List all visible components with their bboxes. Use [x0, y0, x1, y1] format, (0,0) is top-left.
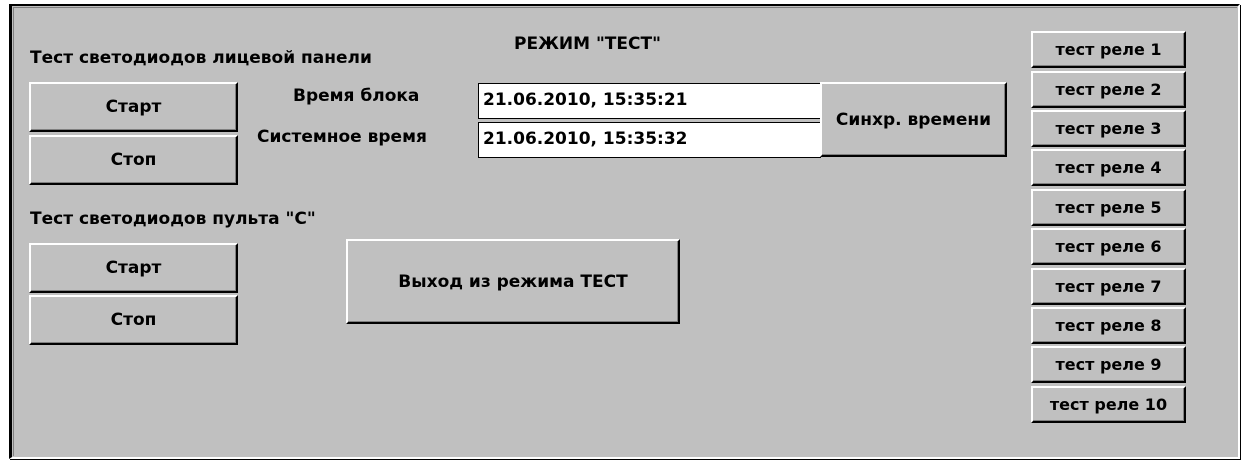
- block-time-field[interactable]: 21.06.2010, 15:35:21: [478, 83, 821, 119]
- exit-test-mode-button[interactable]: Выход из режима ТЕСТ: [346, 239, 680, 324]
- relay-test-button-4[interactable]: тест реле 4: [1031, 149, 1186, 186]
- relay-test-button-2[interactable]: тест реле 2: [1031, 71, 1186, 108]
- remote-panel-led-label: Тест светодиодов пульта "С": [30, 209, 316, 229]
- remote-panel-stop-button[interactable]: Стоп: [29, 295, 238, 345]
- relay-test-button-9[interactable]: тест реле 9: [1031, 346, 1186, 383]
- test-mode-panel: РЕЖИМ "ТЕСТ" Тест светодиодов лицевой па…: [9, 4, 1240, 459]
- relay-test-button-8[interactable]: тест реле 8: [1031, 307, 1186, 344]
- relay-test-button-5[interactable]: тест реле 5: [1031, 189, 1186, 226]
- system-time-label: Системное время: [257, 127, 427, 147]
- relay-test-button-1[interactable]: тест реле 1: [1031, 31, 1186, 68]
- relay-test-button-7[interactable]: тест реле 7: [1031, 268, 1186, 305]
- system-time-field[interactable]: 21.06.2010, 15:35:32: [478, 122, 821, 158]
- front-panel-led-label: Тест светодиодов лицевой панели: [30, 48, 372, 68]
- page-title: РЕЖИМ "ТЕСТ": [514, 34, 661, 54]
- relay-test-button-3[interactable]: тест реле 3: [1031, 110, 1186, 147]
- front-panel-start-button[interactable]: Старт: [29, 82, 238, 132]
- block-time-label: Время блока: [293, 86, 420, 106]
- relay-test-button-10[interactable]: тест реле 10: [1031, 386, 1186, 423]
- remote-panel-start-button[interactable]: Старт: [29, 243, 238, 293]
- front-panel-stop-button[interactable]: Стоп: [29, 135, 238, 185]
- relay-test-button-6[interactable]: тест реле 6: [1031, 228, 1186, 265]
- sync-time-button[interactable]: Синхр. времени: [820, 82, 1007, 157]
